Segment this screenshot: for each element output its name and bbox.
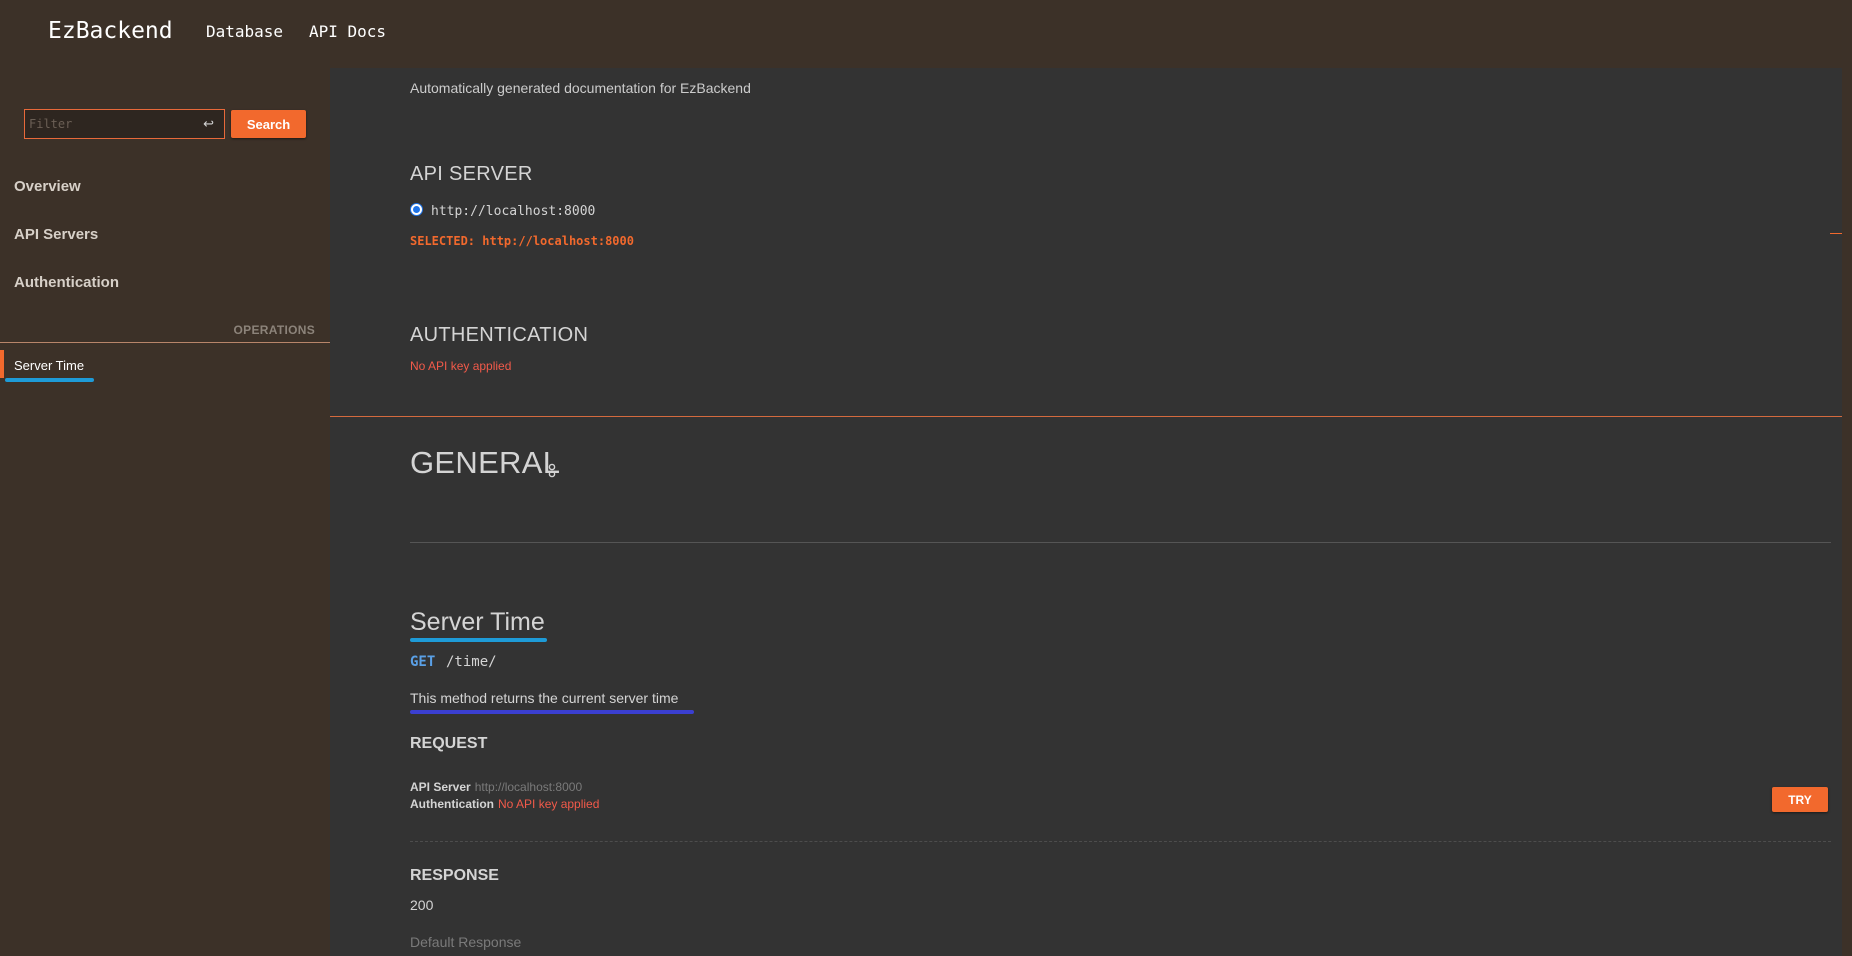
intro-text: Automatically generated documentation fo… bbox=[410, 80, 751, 96]
request-divider bbox=[410, 841, 1831, 842]
endpoint-path: /time/ bbox=[446, 654, 497, 670]
brand-logo[interactable]: EzBackend bbox=[48, 18, 173, 44]
try-button[interactable]: TRY bbox=[1772, 787, 1828, 812]
api-server-heading: API SERVER bbox=[410, 163, 533, 185]
section-divider bbox=[330, 416, 1842, 417]
operation-description: This method returns the current server t… bbox=[410, 690, 679, 706]
scroll-marker bbox=[1830, 233, 1842, 234]
request-api-server-value: http://localhost:8000 bbox=[474, 780, 583, 794]
main-content: Automatically generated documentation fo… bbox=[330, 68, 1842, 956]
annotation-underline bbox=[410, 638, 547, 642]
active-indicator bbox=[0, 350, 4, 378]
sidebar-item-server-time[interactable]: Server Time bbox=[0, 350, 330, 378]
top-navbar: EzBackend Database API Docs bbox=[0, 0, 1852, 68]
response-description: Default Response bbox=[410, 934, 522, 950]
operations-divider bbox=[0, 342, 330, 343]
filter-input[interactable] bbox=[29, 114, 199, 134]
sidebar-item-authentication[interactable]: Authentication bbox=[14, 274, 119, 291]
server-url-label[interactable]: http://localhost:8000 bbox=[431, 204, 595, 219]
request-heading: REQUEST bbox=[410, 735, 488, 752]
response-status-code: 200 bbox=[410, 897, 434, 913]
annotation-underline bbox=[5, 378, 94, 382]
annotation-underline bbox=[410, 710, 694, 714]
sidebar-item-api-servers[interactable]: API Servers bbox=[14, 226, 98, 243]
general-divider bbox=[410, 542, 1831, 543]
link-icon[interactable] bbox=[548, 462, 556, 480]
search-button[interactable]: Search bbox=[231, 110, 306, 138]
sidebar-item-label: Server Time bbox=[14, 358, 85, 373]
request-auth-label: Authentication bbox=[410, 797, 494, 811]
operations-heading: OPERATIONS bbox=[233, 323, 315, 337]
selected-server-text: SELECTED: http://localhost:8000 bbox=[410, 234, 634, 248]
request-auth-row: Authentication No API key applied bbox=[410, 797, 599, 811]
http-method-badge: GET bbox=[410, 654, 436, 670]
request-auth-value: No API key applied bbox=[498, 797, 600, 811]
operation-title: Server Time bbox=[410, 608, 545, 636]
nav-database-link[interactable]: Database bbox=[206, 22, 283, 41]
authentication-heading: AUTHENTICATION bbox=[410, 324, 589, 346]
response-heading: RESPONSE bbox=[410, 867, 499, 884]
request-api-server-label: API Server bbox=[410, 780, 471, 794]
auth-status-text: No API key applied bbox=[410, 359, 512, 373]
enter-icon: ↩ bbox=[203, 116, 214, 131]
sidebar: ↩ Search Overview API Servers Authentica… bbox=[0, 68, 330, 956]
filter-box: ↩ bbox=[24, 109, 225, 139]
request-api-server-row: API Server http://localhost:8000 bbox=[410, 780, 582, 794]
general-heading: GENERAL bbox=[410, 445, 561, 480]
sidebar-item-overview[interactable]: Overview bbox=[14, 178, 81, 195]
nav-api-docs-link[interactable]: API Docs bbox=[309, 22, 386, 41]
server-radio[interactable] bbox=[410, 203, 423, 216]
